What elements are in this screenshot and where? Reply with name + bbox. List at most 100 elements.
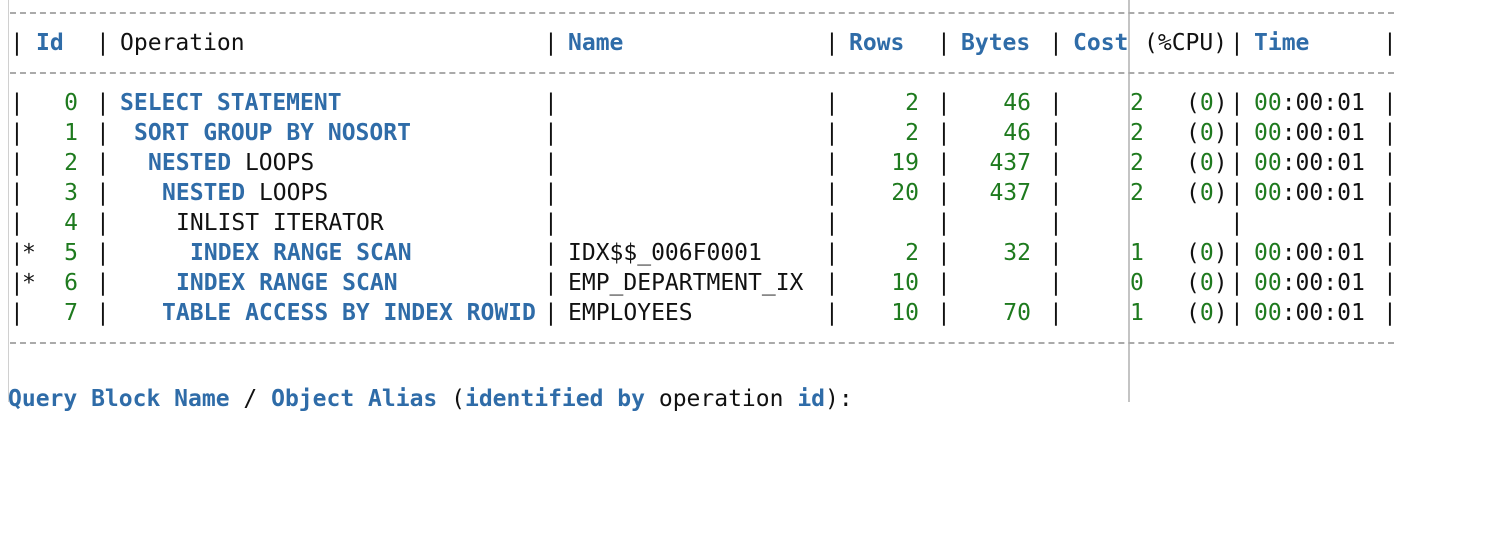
- column-pipe: |: [96, 120, 110, 146]
- rows-value: 10: [891, 300, 919, 326]
- column-pipe: |: [1230, 270, 1244, 296]
- column-pipe: |: [1383, 90, 1397, 116]
- header-cost: Cost: [1073, 30, 1129, 56]
- cpu-percent: (0): [1186, 90, 1228, 116]
- column-pipe: |: [544, 150, 558, 176]
- time-value: 00:00:01: [1254, 88, 1365, 118]
- plan-row: | 7 | TABLE ACCESS BY INDEX ROWID | EMPLOYEES…: [0, 298, 1498, 328]
- operation-text: NESTED LOOPS: [162, 178, 328, 208]
- column-pipe: |: [10, 120, 24, 146]
- column-pipe: |: [10, 180, 24, 206]
- operation-text: INLIST ITERATOR: [176, 208, 384, 238]
- cpu-value: 0: [1199, 90, 1214, 116]
- plan-row: | 2 | NESTED LOOPS | | 19 | 437 | 2 (0) | 00:00:01 |: [0, 148, 1498, 178]
- op-id: 0: [64, 90, 78, 116]
- time-rest: :00:01: [1281, 300, 1365, 326]
- column-pipe: |: [1230, 300, 1244, 326]
- time-rest: :00:01: [1281, 90, 1365, 116]
- time-value: 00:00:01: [1254, 118, 1365, 148]
- cost-value: 0: [1130, 270, 1144, 296]
- bytes-value: 70: [1003, 300, 1031, 326]
- plan-row: | 3 | NESTED LOOPS | | 20 | 437 | 2 (0) | 00:00:01 |: [0, 178, 1498, 208]
- header-pipe: |: [1383, 30, 1397, 56]
- column-pipe: |: [1230, 210, 1244, 236]
- column-pipe: |: [825, 300, 839, 326]
- query-block-heading: Query Block Name / Object Alias (identif…: [8, 384, 853, 414]
- time-value: 00:00:01: [1254, 178, 1365, 208]
- column-pipe: |: [544, 210, 558, 236]
- column-pipe: |: [825, 90, 839, 116]
- cpu-value: 0: [1199, 240, 1214, 266]
- column-pipe: |: [1230, 240, 1244, 266]
- object-name: EMP_DEPARTMENT_IX: [568, 270, 804, 296]
- header-rows: Rows: [849, 30, 905, 56]
- predicate-marker: *: [22, 240, 36, 266]
- column-pipe: |: [1049, 300, 1063, 326]
- cpu-value: 0: [1199, 150, 1214, 176]
- bytes-value: 437: [989, 150, 1031, 176]
- cpu-percent: (0): [1186, 120, 1228, 146]
- cpu-value: 0: [1199, 180, 1214, 206]
- cpu-percent: (0): [1186, 180, 1228, 206]
- column-pipe: |: [937, 150, 951, 176]
- column-pipe: |: [1383, 210, 1397, 236]
- table-bottom-rule: [10, 342, 1394, 344]
- time-value: 00:00:01: [1254, 268, 1365, 298]
- time-hours: 00: [1254, 150, 1282, 176]
- operation-text: NESTED LOOPS: [148, 148, 314, 178]
- cost-value: 2: [1130, 120, 1144, 146]
- header-pipe: |: [96, 30, 110, 56]
- column-pipe: |: [1049, 240, 1063, 266]
- column-pipe: |: [937, 180, 951, 206]
- cost-value: 2: [1130, 90, 1144, 116]
- cost-value: 1: [1130, 240, 1144, 266]
- operation-text: INDEX RANGE SCAN: [176, 268, 398, 298]
- op-id: 2: [64, 150, 78, 176]
- footer-query-block-name: Query Block Name: [8, 386, 230, 412]
- predicate-marker: *: [22, 270, 36, 296]
- table-header-row: | Id | Operation | Name | Rows | Bytes |…: [0, 28, 1498, 58]
- column-pipe: |: [10, 90, 24, 116]
- column-pipe: |: [544, 240, 558, 266]
- cost-value: 1: [1130, 300, 1144, 326]
- cpu-value: 0: [1199, 120, 1214, 146]
- column-pipe: |: [10, 300, 24, 326]
- column-pipe: |: [96, 210, 110, 236]
- cpu-percent: (0): [1186, 150, 1228, 176]
- column-pipe: |: [544, 270, 558, 296]
- object-name: EMPLOYEES: [568, 300, 693, 326]
- header-cpu: (%CPU): [1144, 30, 1228, 56]
- column-pipe: |: [1049, 270, 1063, 296]
- column-pipe: |: [1049, 120, 1063, 146]
- header-bytes: Bytes: [961, 30, 1031, 56]
- column-pipe: |: [96, 270, 110, 296]
- footer-operation: operation: [645, 386, 798, 412]
- column-pipe: |: [937, 270, 951, 296]
- column-pipe: |: [96, 300, 110, 326]
- bytes-value: 46: [1003, 120, 1031, 146]
- column-pipe: |: [1383, 150, 1397, 176]
- footer-identified-by: identified by: [464, 386, 645, 412]
- operation-keyword: NESTED: [148, 150, 232, 176]
- plan-row: | * 5 | INDEX RANGE SCAN | IDX$$_006F0001 | 2 | 32…: [0, 238, 1498, 268]
- column-pipe: |: [937, 120, 951, 146]
- column-pipe: |: [1049, 150, 1063, 176]
- plan-row: | * 6 | INDEX RANGE SCAN | EMP_DEPARTMENT_IX | 1…: [0, 268, 1498, 298]
- column-pipe: |: [825, 150, 839, 176]
- header-bottom-rule: [10, 72, 1394, 74]
- column-pipe: |: [825, 210, 839, 236]
- time-value: 00:00:01: [1254, 148, 1365, 178]
- time-hours: 00: [1254, 270, 1282, 296]
- rows-value: 19: [891, 150, 919, 176]
- column-pipe: |: [1049, 210, 1063, 236]
- op-id: 4: [64, 210, 78, 236]
- rows-value: 2: [905, 90, 919, 116]
- cpu-percent: (0): [1186, 270, 1228, 296]
- op-id: 3: [64, 180, 78, 206]
- rows-value: 2: [905, 120, 919, 146]
- time-rest: :00:01: [1281, 180, 1365, 206]
- time-rest: :00:01: [1281, 240, 1365, 266]
- column-pipe: |: [825, 120, 839, 146]
- column-pipe: |: [937, 210, 951, 236]
- column-pipe: |: [825, 240, 839, 266]
